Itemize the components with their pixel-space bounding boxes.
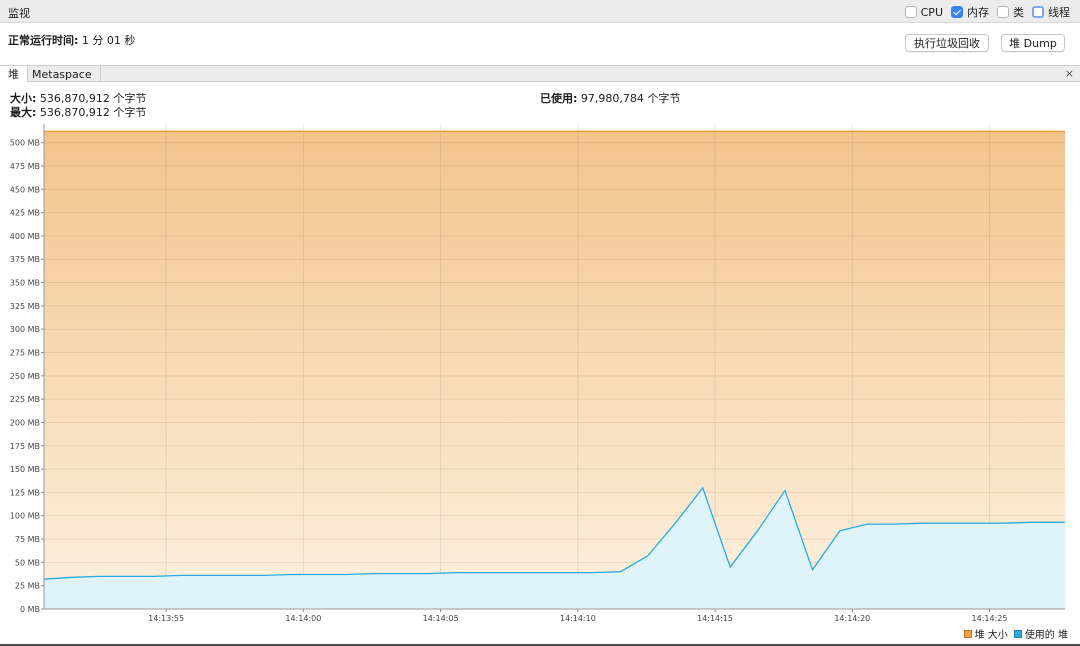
window-titlebar: 监视 CPU 内存 类 线程 (0, 0, 1080, 23)
y-tick-label: 475 MB (10, 162, 40, 171)
x-tick-label: 14:14:05 (423, 614, 459, 623)
x-tick-label: 14:14:00 (285, 614, 321, 623)
threads-checkbox[interactable] (1032, 6, 1044, 18)
legend-used-heap-swatch (1013, 629, 1022, 638)
heap-used-label: 已使用: (540, 92, 578, 105)
legend-used-heap: 使用的 堆 (1013, 626, 1068, 641)
y-tick-label: 0 MB (20, 605, 40, 614)
y-tick-label: 25 MB (15, 582, 40, 591)
tab-metaspace[interactable]: Metaspace (24, 66, 101, 82)
toggle-memory[interactable]: 内存 (951, 4, 989, 20)
uptime: 正常运行时间: 1 分 01 秒 (8, 32, 135, 48)
monitor-toggles: CPU 内存 类 线程 (897, 4, 1070, 20)
y-tick-label: 250 MB (10, 372, 40, 381)
chart-legend: 堆 大小 使用的 堆 (958, 626, 1068, 641)
toggle-cpu[interactable]: CPU (904, 5, 943, 19)
memory-tabbar: 堆 Metaspace × (0, 65, 1080, 82)
uptime-label: 正常运行时间: (8, 34, 79, 47)
y-tick-label: 300 MB (10, 325, 40, 334)
legend-heap-size-label: 堆 大小 (974, 630, 1008, 641)
legend-heap-size: 堆 大小 (963, 626, 1008, 641)
x-tick-label: 14:14:15 (697, 614, 733, 623)
toggle-classes[interactable]: 类 (997, 4, 1024, 20)
y-tick-label: 75 MB (15, 535, 40, 544)
heap-dump-button[interactable]: 堆 Dump (1001, 34, 1065, 52)
y-tick-label: 400 MB (10, 232, 40, 241)
x-tick-label: 14:14:10 (560, 614, 596, 623)
heap-used-value: 97,980,784 个字节 (580, 92, 681, 105)
y-tick-label: 175 MB (10, 442, 40, 451)
y-tick-label: 100 MB (10, 512, 40, 521)
legend-used-heap-label: 使用的 堆 (1024, 630, 1068, 641)
heap-used-stat: 已使用: 97,980,784 个字节 (540, 90, 680, 106)
x-tick-label: 14:14:25 (972, 614, 1008, 623)
y-tick-label: 150 MB (10, 465, 40, 474)
y-tick-label: 50 MB (15, 558, 40, 567)
y-tick-label: 425 MB (10, 209, 40, 218)
y-tick-label: 375 MB (10, 255, 40, 264)
chart-plot-area: 0 MB 25 MB 50 MB 75 MB 100 MB 125 MB 150 MB 175… (10, 124, 1065, 623)
x-tick-label: 14:13:55 (148, 614, 184, 623)
memory-checkbox[interactable] (951, 6, 963, 18)
perform-gc-button[interactable]: 执行垃圾回收 (905, 34, 989, 52)
classes-checkbox[interactable] (997, 6, 1009, 18)
heap-memory-chart: 0 MB 25 MB 50 MB 75 MB 100 MB 125 MB 150 MB 175… (10, 124, 1065, 623)
y-tick-label: 275 MB (10, 349, 40, 358)
y-tick-label: 125 MB (10, 488, 40, 497)
y-tick-label: 325 MB (10, 302, 40, 311)
x-tick-label: 14:14:20 (834, 614, 870, 623)
y-tick-label: 450 MB (10, 185, 40, 194)
cpu-checkbox[interactable] (904, 6, 917, 18)
toggle-threads[interactable]: 线程 (1032, 4, 1070, 20)
toggle-threads-label: 线程 (1048, 6, 1070, 19)
y-tick-label: 225 MB (10, 395, 40, 404)
y-tick-label: 200 MB (10, 418, 40, 427)
uptime-value: 1 分 01 秒 (81, 34, 136, 47)
y-tick-label: 500 MB (10, 139, 40, 148)
toggle-cpu-label: CPU (920, 5, 943, 19)
y-tick-label: 350 MB (10, 279, 40, 288)
window-title: 监视 (8, 7, 30, 20)
close-icon[interactable]: × (1065, 67, 1074, 80)
toggle-memory-label: 内存 (967, 6, 989, 19)
toggle-classes-label: 类 (1013, 6, 1024, 19)
legend-heap-size-swatch (963, 629, 972, 638)
